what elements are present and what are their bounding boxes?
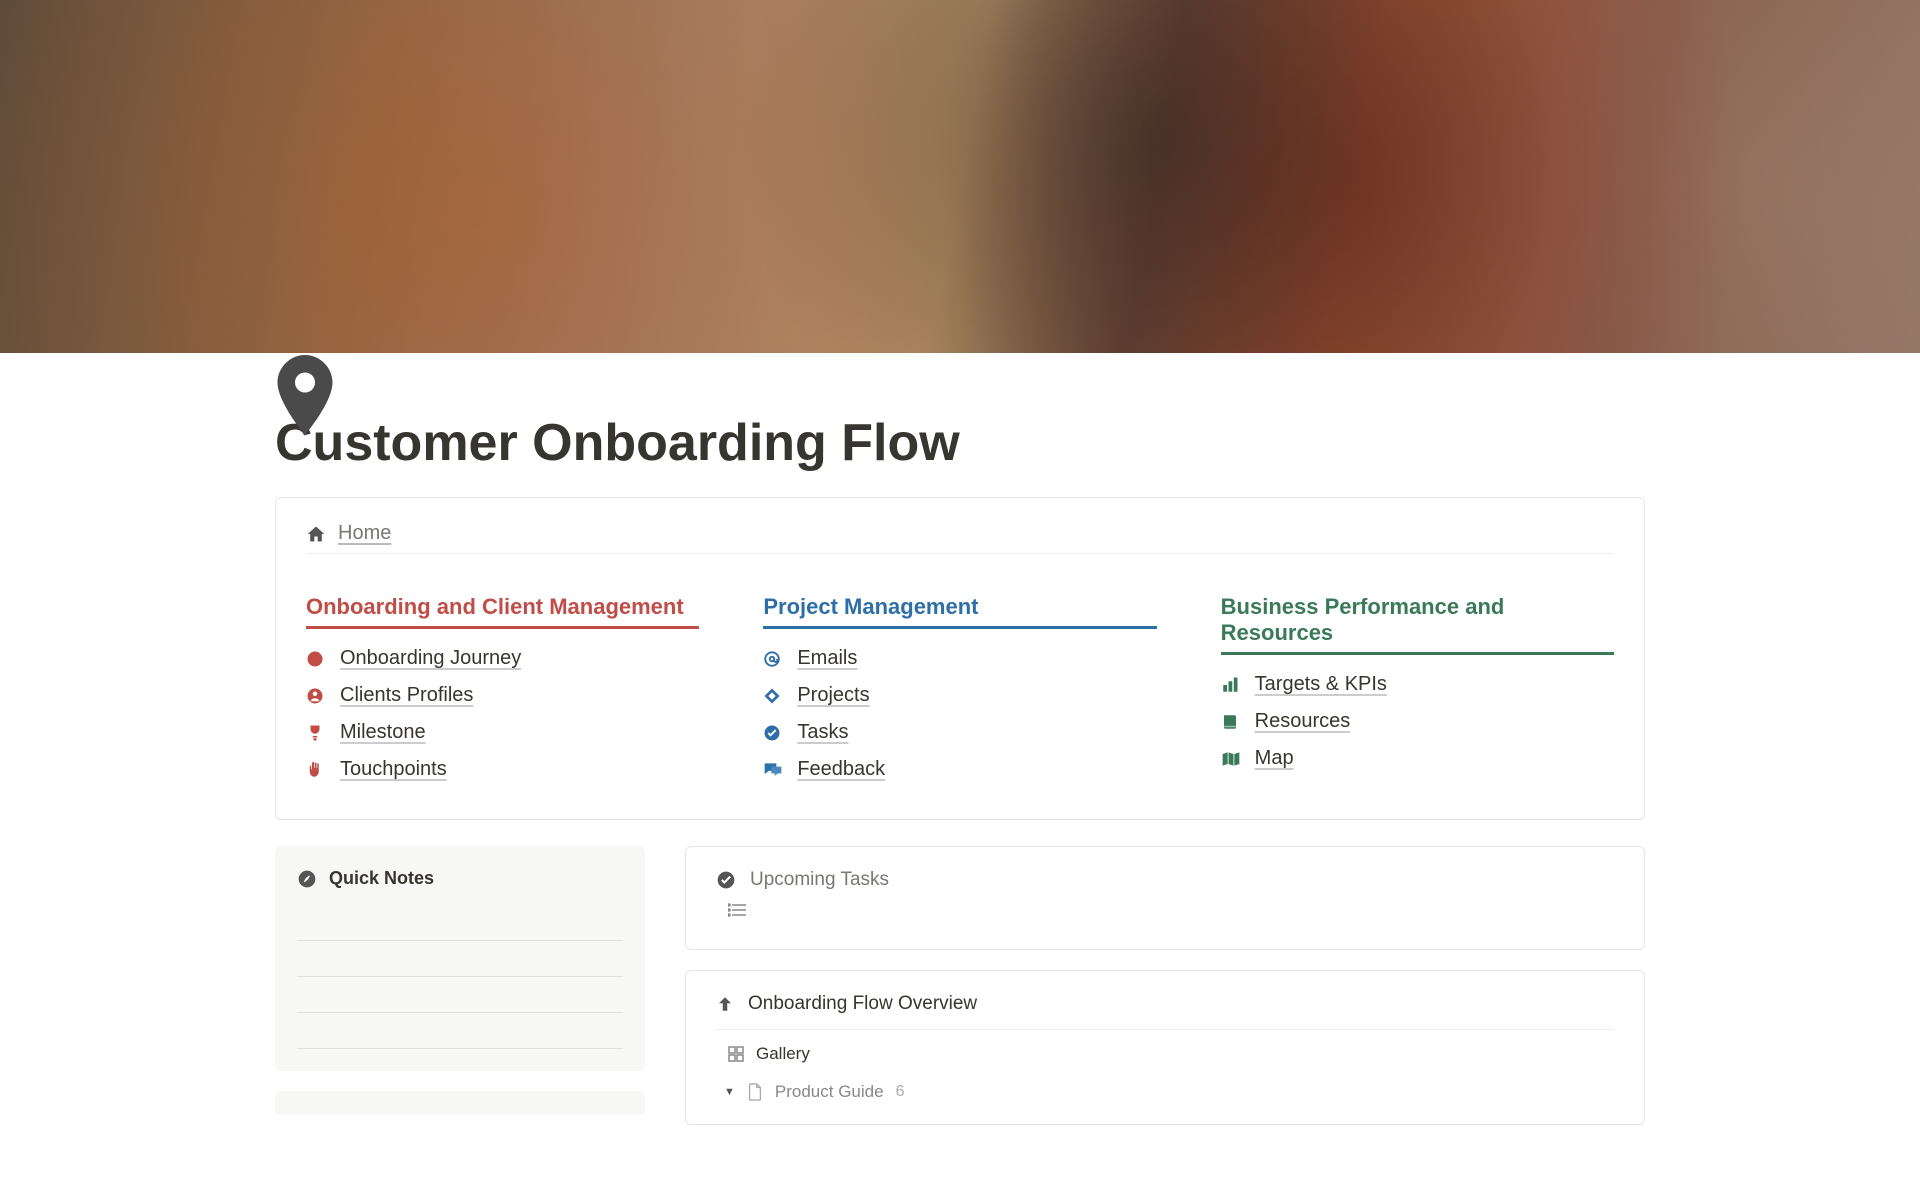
nav-label: Onboarding Journey [340,647,521,670]
check-icon [716,870,736,890]
overview-group-label: Product Guide [775,1082,884,1102]
list-icon [728,903,746,917]
page-icon [747,1083,763,1101]
section-title-project: Project Management [763,594,1156,629]
quick-notes-card: Quick Notes [275,846,645,1071]
at-icon [763,650,785,668]
triangle-down-icon: ▼ [724,1086,735,1098]
upcoming-tasks-list-view[interactable] [716,903,1614,917]
diamond-icon [763,687,785,705]
nav-touchpoints[interactable]: Touchpoints [306,758,699,781]
hand-icon [306,761,328,779]
overview-group-product-guide[interactable]: ▼ Product Guide 6 [716,1082,1614,1102]
section-title-onboarding: Onboarding and Client Management [306,594,699,629]
chart-icon [1221,676,1243,694]
nav-clients-profiles[interactable]: Clients Profiles [306,684,699,707]
page-icon-pin [275,355,335,435]
section-title-business: Business Performance and Resources [1221,594,1614,655]
nav-label: Resources [1255,710,1351,733]
overview-view-gallery[interactable]: Gallery [716,1044,1614,1064]
trophy-icon [306,724,328,742]
nav-label: Clients Profiles [340,684,473,707]
gallery-icon [728,1046,744,1062]
nav-resources[interactable]: Resources [1221,710,1614,733]
nav-label: Map [1255,747,1294,770]
nav-tasks[interactable]: Tasks [763,721,1156,744]
nav-label: Projects [797,684,869,707]
upcoming-tasks-card: Upcoming Tasks [685,846,1645,950]
section-project: Project Management Emails Projects Tasks… [763,594,1156,795]
nav-label: Milestone [340,721,426,744]
nav-emails[interactable]: Emails [763,647,1156,670]
quick-notes-title: Quick Notes [329,868,434,889]
chat-icon [763,761,785,779]
nav-feedback[interactable]: Feedback [763,758,1156,781]
breadcrumb-home[interactable]: Home [338,522,391,545]
onboarding-overview-card: Onboarding Flow Overview Gallery ▼ Produ… [685,970,1645,1125]
nav-targets-kpis[interactable]: Targets & KPIs [1221,673,1614,696]
user-icon [306,687,328,705]
navigation-card: Home Onboarding and Client Management On… [275,497,1645,820]
nav-label: Touchpoints [340,758,447,781]
section-onboarding: Onboarding and Client Management Onboard… [306,594,699,795]
nav-label: Feedback [797,758,885,781]
book-icon [1221,713,1243,731]
overview-view-label: Gallery [756,1044,810,1064]
upcoming-tasks-title: Upcoming Tasks [750,869,889,891]
pen-icon [297,869,317,889]
overview-group-count: 6 [896,1083,905,1101]
home-icon [306,524,328,544]
target-icon [306,650,328,668]
nav-label: Tasks [797,721,848,744]
section-business: Business Performance and Resources Targe… [1221,594,1614,795]
arrow-up-icon [716,994,734,1014]
quick-notes-lines[interactable] [297,905,623,1049]
map-icon [1221,750,1243,768]
nav-label: Emails [797,647,857,670]
breadcrumb: Home [306,522,1614,554]
check-circle-icon [763,724,785,742]
nav-label: Targets & KPIs [1255,673,1387,696]
overview-title: Onboarding Flow Overview [748,993,977,1015]
nav-onboarding-journey[interactable]: Onboarding Journey [306,647,699,670]
page-title: Customer Onboarding Flow [275,413,1645,473]
nav-map[interactable]: Map [1221,747,1614,770]
cover-image [0,0,1920,353]
nav-milestone[interactable]: Milestone [306,721,699,744]
nav-projects[interactable]: Projects [763,684,1156,707]
sidebar-card-2 [275,1091,645,1115]
